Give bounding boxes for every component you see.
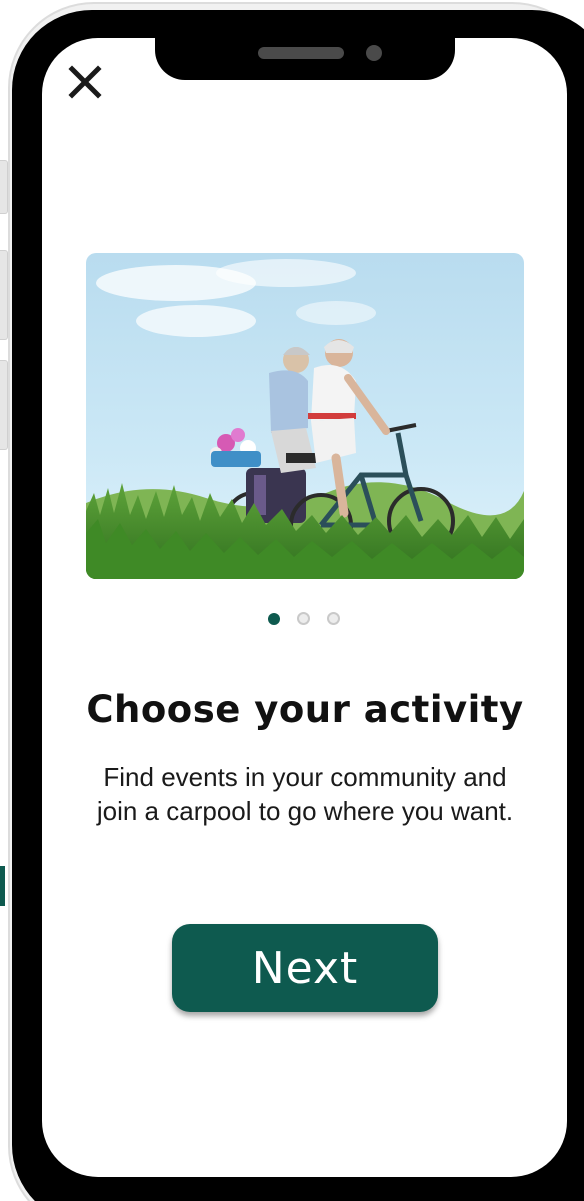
next-button[interactable]: Next	[172, 924, 438, 1012]
pager-dot-3[interactable]	[327, 612, 340, 625]
close-button[interactable]	[62, 62, 108, 102]
pager-dot-2[interactable]	[297, 612, 310, 625]
front-camera	[366, 45, 382, 61]
page-title: Choose your activity	[86, 688, 524, 731]
edge-accent-strip	[0, 866, 5, 906]
page-description: Find events in your community and join a…	[96, 762, 514, 826]
device-mockup: Choose your activity Find events in your…	[0, 0, 584, 1201]
side-button-volume-up	[0, 250, 8, 340]
side-button-silent	[0, 160, 8, 214]
senior-couple-cycling-illustration	[86, 253, 524, 579]
speaker-grille	[258, 47, 344, 59]
close-icon	[68, 65, 102, 99]
side-button-volume-down	[0, 360, 8, 450]
hero-image	[86, 253, 524, 579]
pager-dot-1[interactable]	[268, 613, 280, 625]
pager-dots	[0, 612, 584, 628]
